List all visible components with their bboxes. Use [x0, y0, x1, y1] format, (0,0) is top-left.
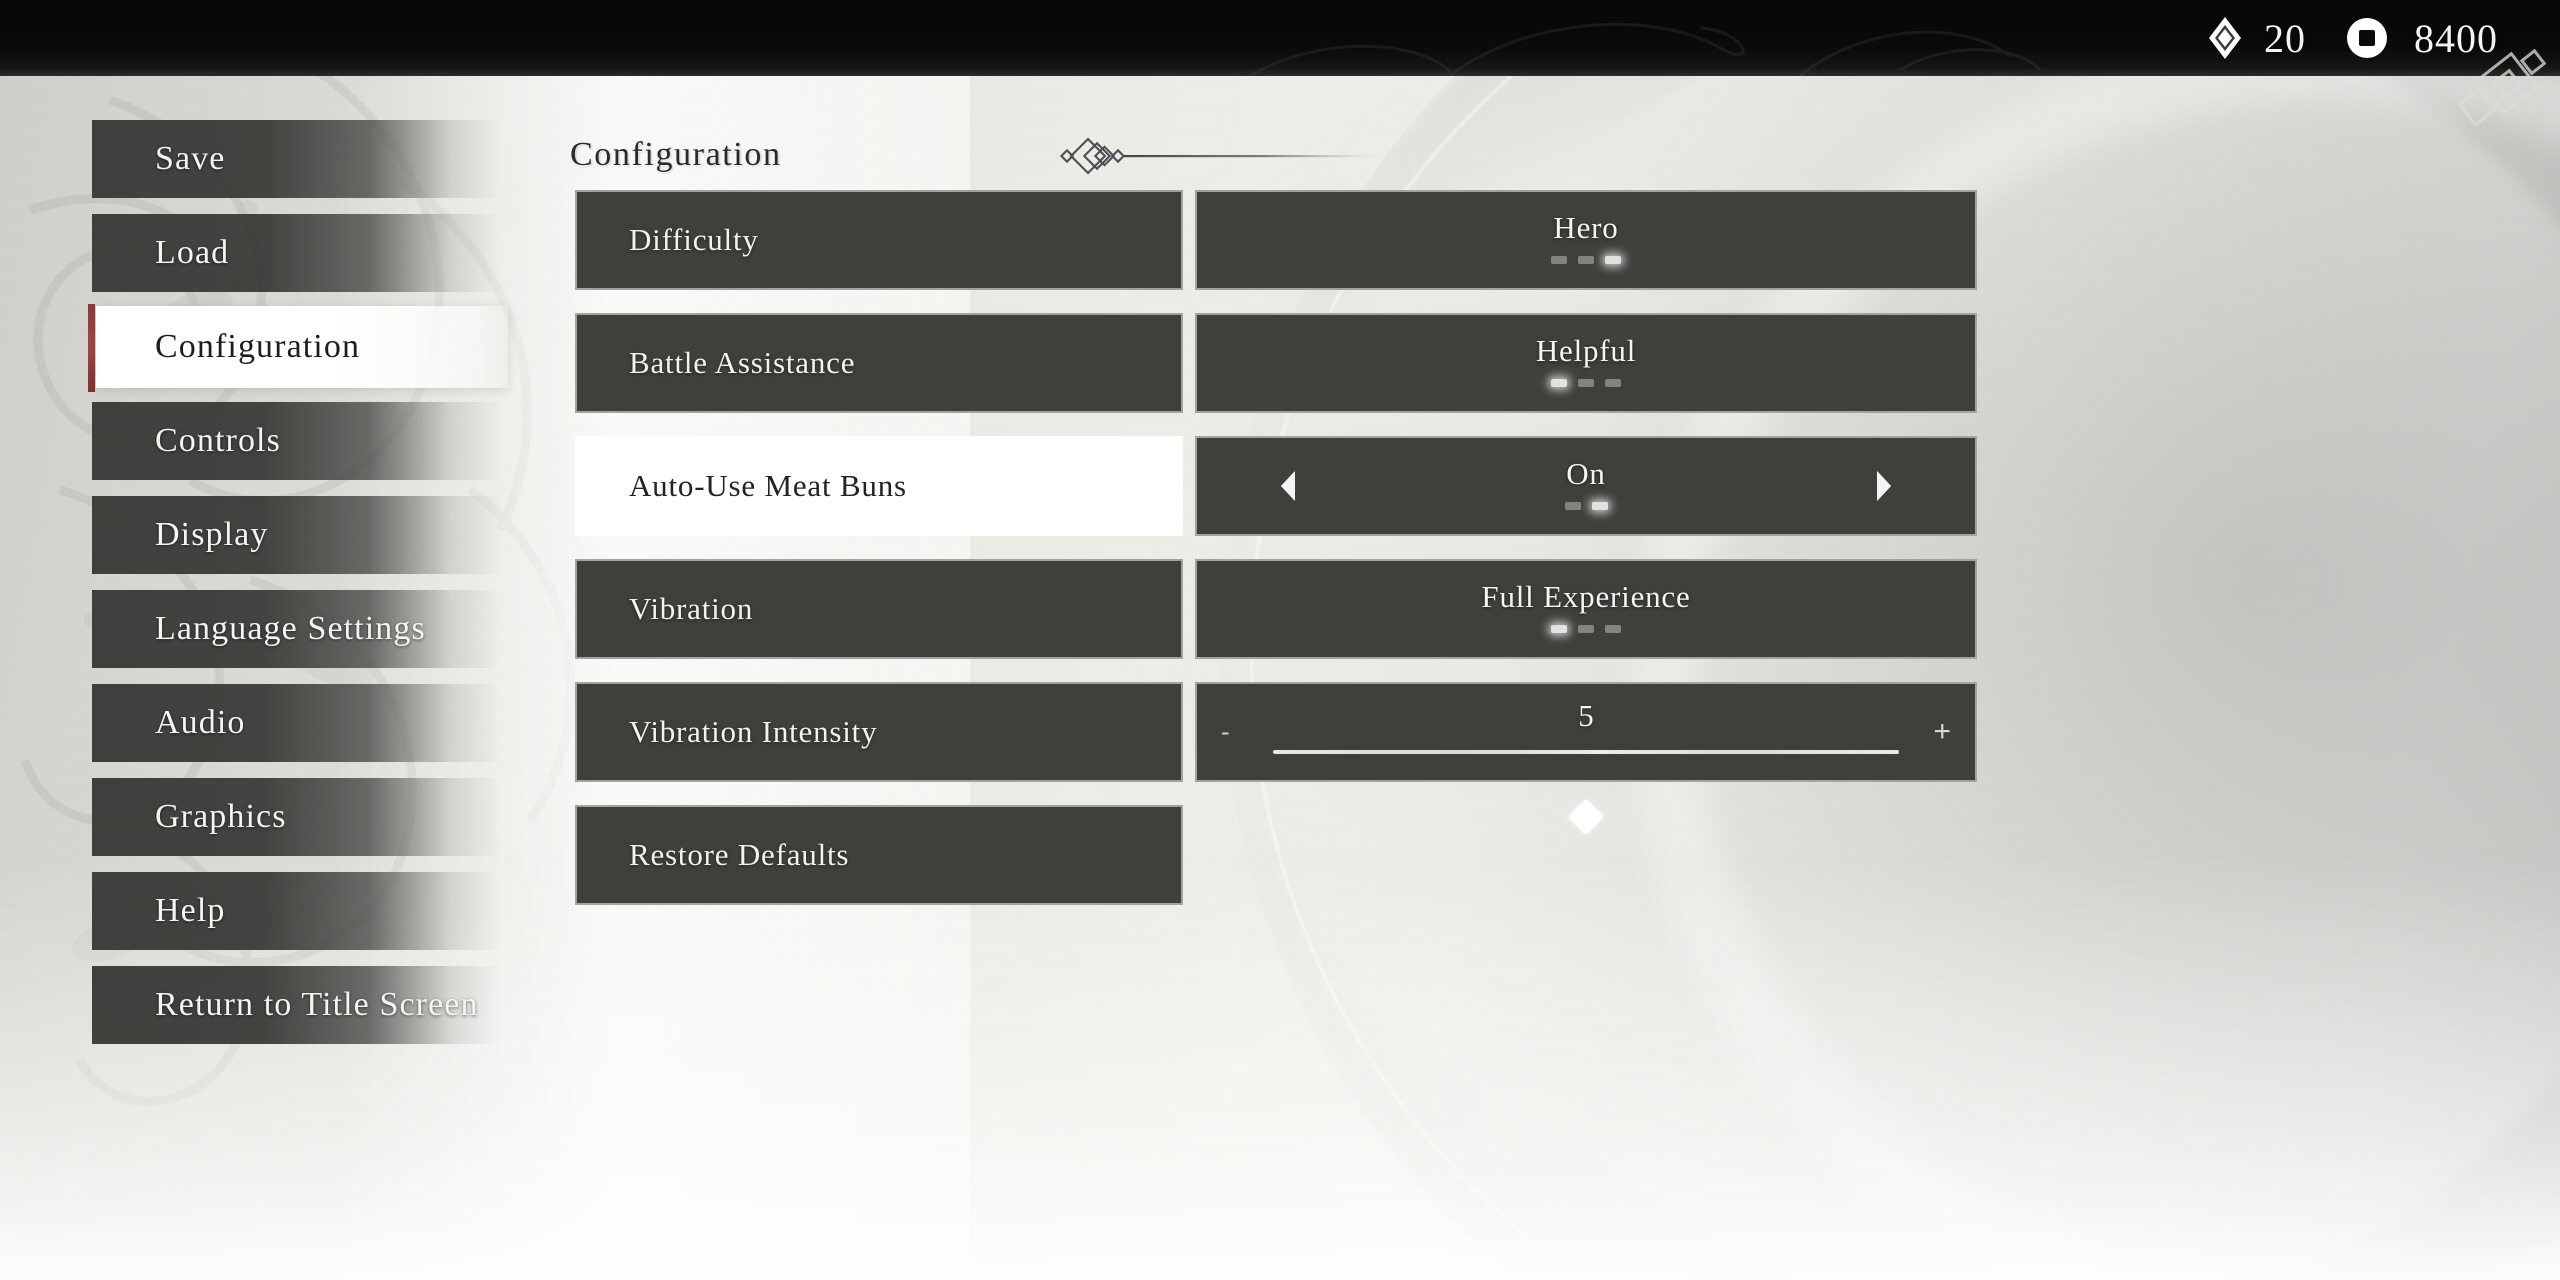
page-dot: [1577, 625, 1594, 633]
setting-row-vibration-intensity[interactable]: Vibration Intensity 5 - +: [575, 682, 1977, 836]
setting-label-cell-auto-use-meat-buns[interactable]: Auto-Use Meat Buns: [575, 436, 1183, 536]
hud-gem-count: 20: [2264, 15, 2306, 61]
setting-label: Vibration Intensity: [629, 714, 878, 749]
setting-value-stack: Full Experience: [1481, 581, 1690, 633]
top-hud-bar: [0, 0, 2560, 76]
setting-row-restore-defaults[interactable]: Restore Defaults: [575, 805, 1977, 905]
settings-rows-list: Difficulty Hero Battle Assistance Helpful Au…: [575, 190, 1977, 928]
setting-value-dots: [1551, 256, 1621, 264]
coin-icon: [2347, 18, 2387, 58]
setting-label: Vibration: [629, 591, 754, 626]
setting-value-cell-battle-assistance[interactable]: Helpful: [1195, 313, 1977, 413]
setting-value: Full Experience: [1481, 579, 1691, 614]
setting-label-cell-battle-assistance[interactable]: Battle Assistance: [575, 313, 1183, 413]
setting-value: Helpful: [1535, 333, 1637, 368]
page-dot-active: [1605, 256, 1621, 264]
chevron-left-icon[interactable]: [1269, 469, 1299, 503]
page-dot: [1604, 625, 1621, 633]
setting-label: Battle Assistance: [629, 345, 856, 380]
page-dot: [1577, 379, 1594, 387]
slider-widget[interactable]: 5 - +: [1197, 684, 1975, 836]
setting-value-stack: Hero: [1551, 212, 1621, 264]
slider-decrement-button[interactable]: -: [1221, 717, 1230, 748]
setting-value-cell-vibration[interactable]: Full Experience: [1195, 559, 1977, 659]
setting-label: Restore Defaults: [629, 837, 850, 872]
page-title: Configuration: [570, 136, 782, 173]
setting-value-cell-vibration-intensity[interactable]: 5 - +: [1195, 682, 1977, 836]
slider-increment-button[interactable]: +: [1933, 715, 1951, 749]
setting-label-cell-vibration-intensity[interactable]: Vibration Intensity: [575, 682, 1183, 782]
setting-value-stack: On: [1564, 456, 1608, 510]
setting-row-difficulty[interactable]: Difficulty Hero: [575, 190, 1977, 290]
setting-label: Difficulty: [629, 222, 759, 257]
setting-value-dots: [1550, 379, 1621, 387]
setting-value-stack: Helpful: [1536, 335, 1636, 387]
page-dot: [1578, 256, 1594, 264]
setting-label: Auto-Use Meat Buns: [629, 468, 907, 503]
setting-row-vibration[interactable]: Vibration Full Experience: [575, 559, 1977, 659]
setting-label-cell-vibration[interactable]: Vibration: [575, 559, 1183, 659]
setting-value-dots: [1550, 625, 1621, 633]
page-dot-active: [1550, 379, 1567, 387]
page-dot-active: [1591, 502, 1608, 510]
setting-value: On: [1566, 456, 1606, 491]
page-dot-active: [1550, 625, 1567, 633]
setting-label-cell-restore-defaults[interactable]: Restore Defaults: [575, 805, 1183, 905]
chevron-right-icon[interactable]: [1873, 469, 1903, 503]
diamond-divider-icon: [1060, 137, 1378, 175]
slider-value: 5: [1578, 698, 1594, 733]
slider-track[interactable]: [1273, 750, 1899, 836]
setting-value-dots: [1564, 502, 1608, 510]
setting-value-cell-difficulty[interactable]: Hero: [1195, 190, 1977, 290]
content-area: Configuration Difficulty Hero Battle Assis…: [0, 0, 2560, 1280]
hud-gem-group: 20: [2208, 15, 2306, 62]
page-dot: [1564, 502, 1581, 510]
setting-value: Hero: [1553, 210, 1619, 245]
page-dot: [1604, 379, 1621, 387]
setting-value-cell-auto-use-meat-buns[interactable]: On: [1195, 436, 1977, 536]
topbar-swirl-ornament: [1249, 22, 2042, 76]
setting-label-cell-difficulty[interactable]: Difficulty: [575, 190, 1183, 290]
corner-diamond-ornament: [2457, 48, 2547, 127]
setting-row-auto-use-meat-buns[interactable]: Auto-Use Meat Buns On: [575, 436, 1977, 536]
diamond-gem-icon: [2209, 17, 2241, 59]
page-dot: [1551, 256, 1567, 264]
setting-row-battle-assistance[interactable]: Battle Assistance Helpful: [575, 313, 1977, 413]
